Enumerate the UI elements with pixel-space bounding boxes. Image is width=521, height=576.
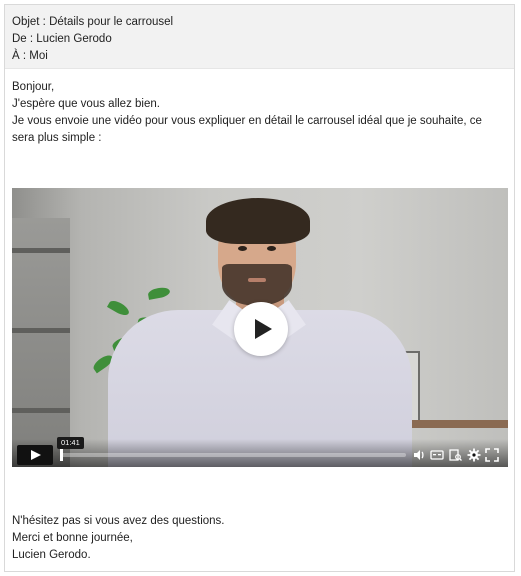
presenter-eye (267, 246, 276, 251)
volume-icon[interactable] (412, 448, 426, 462)
scrubber-handle[interactable] (60, 449, 63, 461)
email-intro-line-2: Je vous envoie une vidéo pour vous expli… (12, 115, 482, 144)
email-intro-line-1: J'espère que vous allez bien. (12, 98, 160, 110)
fullscreen-icon[interactable] (485, 448, 499, 462)
big-play-button[interactable] (234, 302, 288, 356)
shelf-board (12, 248, 70, 253)
email-from: De : Lucien Gerodo (12, 33, 112, 45)
shelf-board (12, 408, 70, 413)
video-shelf (12, 218, 70, 467)
shelf-board (12, 328, 70, 333)
background-table (402, 420, 508, 428)
video-player[interactable]: 01:41 (12, 188, 508, 467)
presenter-beard (222, 264, 292, 306)
email-closing-line-1: N'hésitez pas si vous avez des questions… (12, 515, 225, 527)
email-to: À : Moi (12, 50, 48, 62)
email-message: Objet : Détails pour le carrousel De : L… (4, 4, 515, 572)
control-play-button[interactable] (17, 445, 53, 465)
email-body: Bonjour, J'espère que vous allez bien. J… (5, 69, 514, 179)
email-header: Objet : Détails pour le carrousel De : L… (5, 5, 514, 69)
email-intro: Bonjour, J'espère que vous allez bien. J… (12, 79, 507, 179)
email-subject: Objet : Détails pour le carrousel (12, 16, 174, 28)
email-closing: N'hésitez pas si vous avez des questions… (12, 513, 225, 564)
play-icon (31, 450, 41, 460)
play-icon (255, 319, 272, 339)
presenter-mouth (248, 278, 266, 282)
scrubber-track (60, 453, 406, 457)
video-scrubber[interactable] (60, 447, 406, 463)
presenter-eye (238, 246, 247, 251)
email-closing-line-2: Merci et bonne journée, (12, 532, 133, 544)
transcript-icon[interactable] (448, 448, 462, 462)
presenter-hair (206, 198, 310, 244)
email-signature: Lucien Gerodo. (12, 549, 91, 561)
captions-icon[interactable] (430, 448, 444, 462)
settings-icon[interactable] (467, 448, 481, 462)
email-greeting: Bonjour, (12, 81, 55, 93)
